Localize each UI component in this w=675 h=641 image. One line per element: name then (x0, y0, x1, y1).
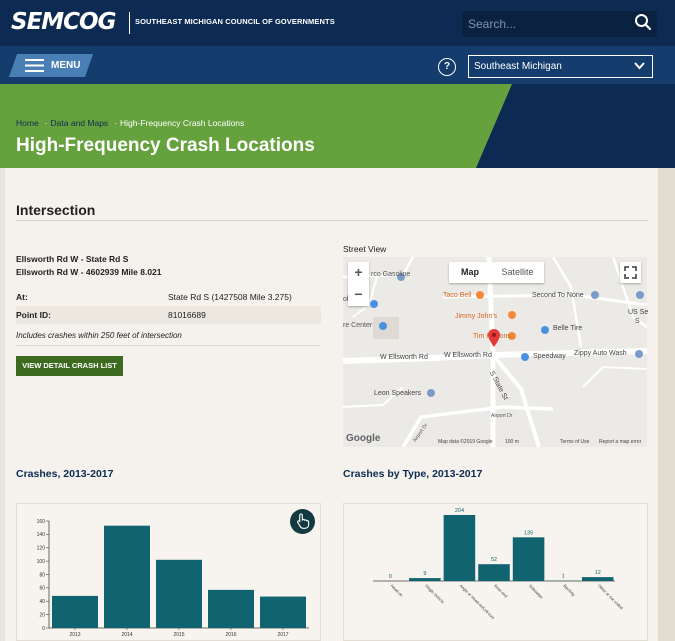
map-label-gasoline: rco Gasoline (371, 271, 411, 278)
bar-1 (409, 578, 441, 581)
breadcrumb: Home · Data and Maps · High-Frequency Crash … (16, 118, 245, 128)
data-label: 1 (562, 574, 565, 580)
map-type-satellite-button[interactable]: Satellite (491, 262, 544, 283)
zoom-out-button[interactable]: − (348, 284, 369, 306)
x-tick-label: Other or not coded (597, 583, 624, 610)
info-key-point-id: Point ID: (16, 310, 51, 320)
y-tick-label: 0 (42, 626, 45, 632)
info-value-point-id: 81016689 (168, 310, 206, 320)
google-logo[interactable]: Google (346, 433, 380, 444)
data-label: 12 (595, 570, 601, 576)
map-label-center: re Center (343, 322, 373, 329)
search-icon[interactable] (634, 13, 652, 31)
breadcrumb-home[interactable]: Home (16, 118, 39, 128)
bar-6 (581, 577, 614, 581)
semcog-logo[interactable]: SEMCOG (11, 9, 116, 35)
map-data-credit: Map data ©2019 Google (438, 439, 493, 445)
x-tick-label: Sideswipe (528, 583, 545, 600)
info-row-point-id: Point ID: 81016689 (16, 306, 321, 324)
map-label-airport-dr: Airport Dr (491, 413, 513, 419)
right-gutter (658, 168, 675, 641)
crashes-chart-title: Crashes, 2013-2017 (16, 468, 114, 480)
location-marker-icon[interactable] (488, 329, 500, 347)
info-row-at: At: State Rd S (1427508 Mile 3.275) (16, 288, 321, 306)
search-input[interactable] (468, 14, 618, 34)
map-report-error-link[interactable]: Report a map error (599, 439, 641, 445)
x-tick-label: 2013 (69, 632, 80, 638)
x-tick-label: 2016 (225, 632, 236, 638)
data-label: 135 (524, 530, 533, 536)
bar-2016 (208, 589, 254, 628)
data-label: 9 (423, 571, 426, 577)
map-label-leon-speakers: Leon Speakers (374, 390, 422, 397)
data-label: 0 (389, 574, 392, 580)
fullscreen-icon[interactable] (620, 262, 641, 283)
map-label-second-to-none: Second To None (532, 292, 584, 299)
breadcrumb-data-and-maps[interactable]: Data and Maps (51, 118, 109, 128)
info-value-at: State Rd S (1427508 Mile 3.275) (168, 292, 292, 302)
x-tick-label: 2017 (277, 632, 288, 638)
bar-2017 (260, 596, 306, 628)
map-scale: 100 m (505, 439, 519, 445)
map-label-us-sec-2: S (635, 318, 640, 325)
y-tick-label: 120 (37, 546, 46, 552)
x-tick-label: 2015 (173, 632, 184, 638)
map-label-zippy-auto-wash: Zippy Auto Wash (574, 350, 627, 357)
view-detail-crash-list-button[interactable]: VIEW DETAIL CRASH LIST (16, 356, 123, 376)
bar-4 (512, 537, 545, 581)
street-view-label: Street View (343, 244, 387, 254)
zoom-in-button[interactable]: + (348, 262, 369, 284)
help-icon[interactable]: ? (438, 58, 456, 76)
logo-subtitle: SOUTHEAST MICHIGAN COUNCIL OF GOVERNMENT… (135, 17, 335, 26)
x-tick-label: Angle or Head-on/Left-turn (459, 583, 496, 620)
y-tick-label: 20 (39, 612, 45, 618)
map-label-us-sec: US Se (628, 309, 649, 316)
map-label-speedway: Speedway (533, 353, 566, 360)
map-label-ellsworth-west: W Ellsworth Rd (380, 354, 428, 361)
region-select-value[interactable]: Southeast Michigan (474, 61, 562, 72)
map-label-belle-tire: Belle Tire (553, 325, 583, 332)
intersection-mile: Ellsworth Rd W - 4602939 Mile 8.021 (16, 267, 162, 277)
bar-2 (443, 515, 476, 581)
y-tick-label: 160 (37, 519, 46, 525)
page-title: High-Frequency Crash Locations (16, 135, 315, 156)
map-label-ellsworth-east: W Ellsworth Rd (444, 352, 492, 359)
x-tick-label: Backing (562, 583, 576, 597)
x-tick-label: 2014 (121, 632, 132, 638)
intersection-name: Ellsworth Rd W - State Rd S (16, 254, 129, 264)
data-label: 204 (455, 508, 464, 514)
hand-pointer-icon[interactable] (296, 513, 310, 529)
y-tick-label: 100 (37, 559, 46, 565)
crashes-by-type-chart-title: Crashes by Type, 2013-2017 (343, 468, 483, 480)
y-tick-label: 40 (39, 599, 45, 605)
bar-2013 (52, 595, 98, 628)
y-tick-label: 80 (39, 572, 45, 578)
data-label: 52 (491, 557, 497, 563)
map-type-map-button[interactable]: Map (449, 262, 491, 283)
x-tick-label: Head-on (390, 583, 404, 597)
crashes-by-type-chart: 0 Head-on 9 Single Vehicle 204 Angle or Head-… (373, 508, 624, 620)
y-tick-label: 60 (39, 586, 45, 592)
note-divider (16, 345, 321, 346)
info-key-at: At: (16, 292, 28, 302)
section-divider (16, 220, 648, 221)
breadcrumb-current: High-Frequency Crash Locations (120, 118, 245, 128)
x-tick-label: Rear-end (493, 583, 508, 598)
bar-3 (478, 564, 510, 581)
x-tick-label: Single Vehicle (424, 583, 446, 605)
bar-2015 (156, 559, 202, 628)
map-label-jimmy-johns: Jimmy John's (455, 313, 498, 320)
chevron-down-icon[interactable] (634, 61, 645, 70)
map-terms-link[interactable]: Terms of Use (560, 439, 589, 445)
crash-radius-note: Includes crashes within 250 feet of inte… (16, 331, 182, 340)
y-tick-label: 140 (37, 532, 46, 538)
map-label-taco-bell: Taco Bell (443, 292, 472, 299)
hamburger-icon[interactable] (25, 59, 44, 72)
crashes-by-year-chart: 0 20 40 60 80 100 120 140 160 2013 2014 2015 2016 201… (37, 519, 309, 638)
menu-label[interactable]: MENU (51, 60, 80, 71)
logo-divider (129, 12, 130, 34)
intersection-heading: Intersection (16, 202, 96, 218)
bar-2014 (104, 525, 150, 628)
